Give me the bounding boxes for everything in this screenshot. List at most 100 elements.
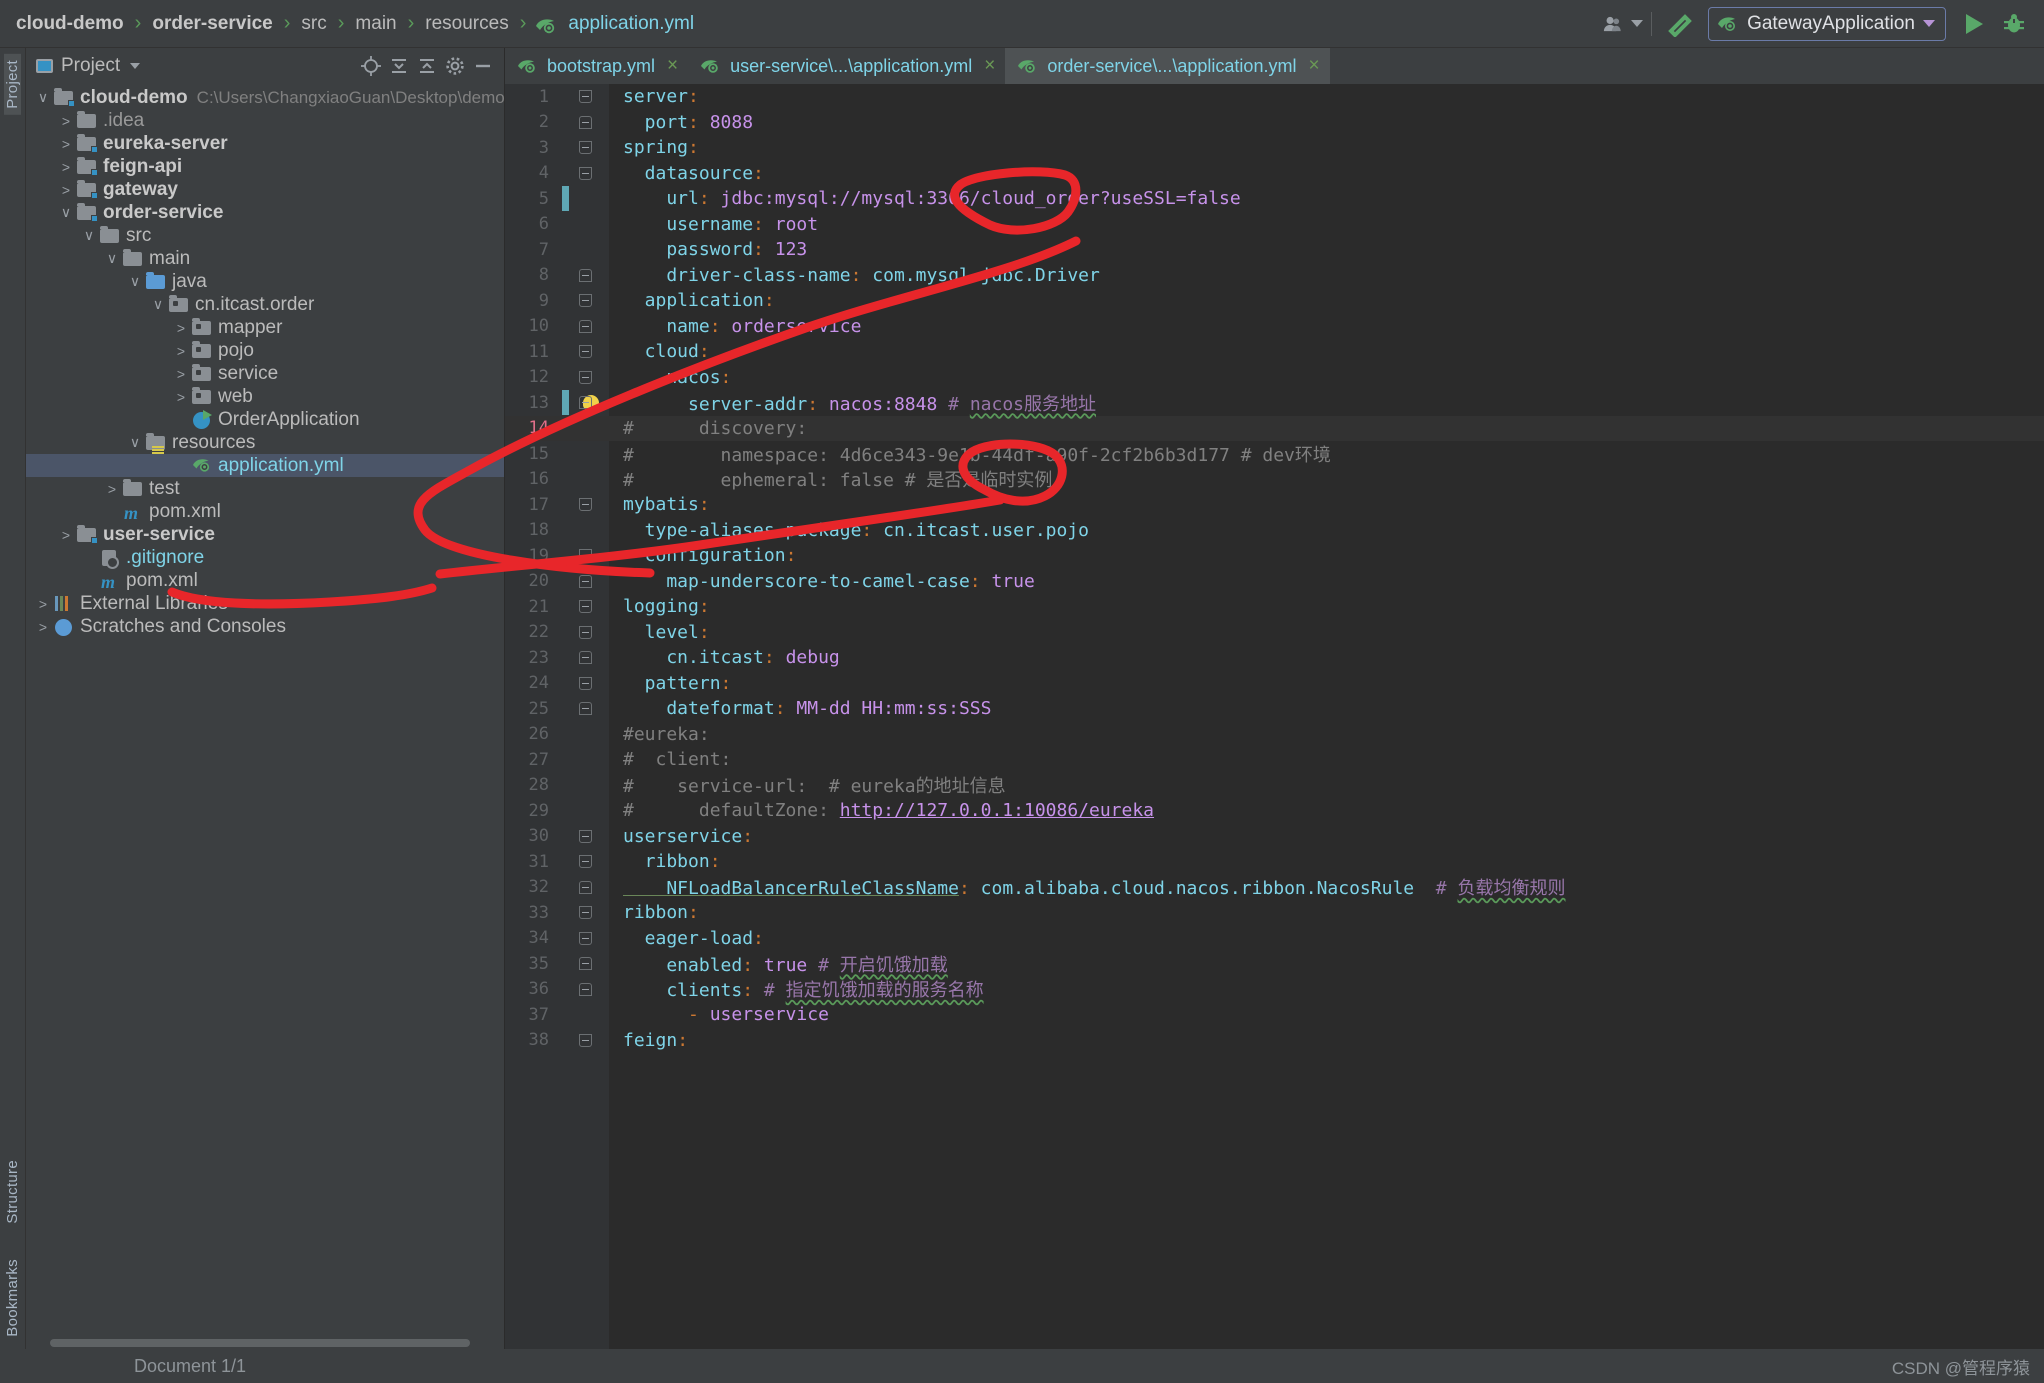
code-line-13[interactable]: 13 server-addr: nacos:8848 # nacos服务地址 bbox=[505, 390, 2044, 416]
fold-collapse-icon[interactable] bbox=[578, 345, 592, 359]
fold-gutter[interactable] bbox=[561, 294, 609, 308]
code-line-28[interactable]: 28 # service-url: # eureka的地址信息 bbox=[505, 773, 2044, 799]
breadcrumb-item-src[interactable]: src bbox=[299, 13, 328, 35]
fold-gutter[interactable] bbox=[561, 676, 609, 690]
scrollbar-thumb[interactable] bbox=[50, 1339, 470, 1347]
expand-icon[interactable] bbox=[414, 53, 440, 79]
editor-tab-bootstrap.yml[interactable]: bootstrap.yml × bbox=[505, 48, 688, 84]
fold-end-icon[interactable] bbox=[578, 115, 592, 129]
fold-collapse-icon[interactable] bbox=[578, 1033, 592, 1047]
fold-end-icon[interactable] bbox=[578, 880, 592, 894]
fold-gutter[interactable] bbox=[561, 880, 609, 894]
code-line-5[interactable]: 5 url: jdbc:mysql://mysql:3306/cloud_ord… bbox=[505, 186, 2044, 212]
chevron-down-icon[interactable]: ∨ bbox=[124, 273, 146, 290]
code-line-10[interactable]: 10 name: orderservice bbox=[505, 314, 2044, 340]
tree-item-gateway[interactable]: > gateway bbox=[26, 178, 504, 201]
tree-item-eureka-server[interactable]: > eureka-server bbox=[26, 132, 504, 155]
tree-item-src[interactable]: ∨ src bbox=[26, 224, 504, 247]
code-line-20[interactable]: 20 map-underscore-to-camel-case: true bbox=[505, 569, 2044, 595]
chevron-down-icon[interactable]: ∨ bbox=[101, 250, 123, 267]
tree-item-application.yml[interactable]: application.yml bbox=[26, 454, 504, 477]
fold-gutter[interactable] bbox=[561, 268, 609, 282]
fold-end-icon[interactable] bbox=[578, 268, 592, 282]
code-line-22[interactable]: 22 level: bbox=[505, 620, 2044, 646]
code-line-14[interactable]: 14 # discovery: bbox=[505, 415, 2044, 441]
build-project-button[interactable] bbox=[1660, 6, 1700, 42]
tree-item-order-service[interactable]: ∨ order-service bbox=[26, 201, 504, 224]
code-line-38[interactable]: 38 feign: bbox=[505, 1028, 2044, 1054]
fold-collapse-icon[interactable] bbox=[578, 855, 592, 869]
code-line-8[interactable]: 8 driver-class-name: com.mysql.jdbc.Driv… bbox=[505, 263, 2044, 289]
tree-item-java[interactable]: ∨ java bbox=[26, 270, 504, 293]
code-line-25[interactable]: 25 dateformat: MM-dd HH:mm:ss:SSS bbox=[505, 696, 2044, 722]
tree-item-cloud-demo[interactable]: ∨ cloud-demo C:\Users\ChangxiaoGuan\Deskto… bbox=[26, 86, 504, 109]
fold-collapse-icon[interactable] bbox=[578, 600, 592, 614]
code-line-12[interactable]: 12 nacos: bbox=[505, 365, 2044, 391]
tree-item-mapper[interactable]: > mapper bbox=[26, 316, 504, 339]
code-line-29[interactable]: 29 # defaultZone: http://127.0.0.1:10086/… bbox=[505, 798, 2044, 824]
editor-tab-order-service-...-application.yml[interactable]: order-service\...\application.yml × bbox=[1005, 48, 1330, 84]
chevron-right-icon[interactable]: > bbox=[55, 136, 77, 152]
tree-item-scratches-and-consoles[interactable]: > Scratches and Consoles bbox=[26, 615, 504, 638]
fold-collapse-icon[interactable] bbox=[578, 549, 592, 563]
chevron-down-icon[interactable]: ∨ bbox=[32, 89, 54, 106]
code-line-4[interactable]: 4 datasource: bbox=[505, 161, 2044, 187]
chevron-right-icon[interactable]: > bbox=[170, 389, 192, 405]
fold-gutter[interactable] bbox=[561, 982, 609, 996]
code-content[interactable]: 1 server: 2 port: 8088 3 spring: 4 datasource… bbox=[505, 84, 2044, 1349]
fold-collapse-icon[interactable] bbox=[578, 294, 592, 308]
fold-gutter[interactable] bbox=[561, 166, 609, 180]
fold-end-icon[interactable] bbox=[578, 651, 592, 665]
code-line-32[interactable]: 32 NFLoadBalancerRuleClassName: com.alib… bbox=[505, 875, 2044, 901]
fold-end-icon[interactable] bbox=[578, 957, 592, 971]
code-line-33[interactable]: 33 ribbon: bbox=[505, 900, 2044, 926]
tree-item-.idea[interactable]: > .idea bbox=[26, 109, 504, 132]
tree-item-orderapplication[interactable]: OrderApplication bbox=[26, 408, 504, 431]
tree-item-pojo[interactable]: > pojo bbox=[26, 339, 504, 362]
fold-gutter[interactable] bbox=[561, 931, 609, 945]
tree-item-pom.xml[interactable]: m pom.xml bbox=[26, 500, 504, 524]
fold-gutter[interactable] bbox=[561, 90, 609, 104]
fold-collapse-icon[interactable] bbox=[578, 141, 592, 155]
code-line-9[interactable]: 9 application: bbox=[505, 288, 2044, 314]
fold-gutter[interactable] bbox=[561, 574, 609, 588]
tool-window-tab-structure[interactable]: Structure bbox=[4, 1154, 21, 1230]
code-line-37[interactable]: 37 - userservice bbox=[505, 1002, 2044, 1028]
fold-gutter[interactable] bbox=[561, 957, 609, 971]
run-button[interactable] bbox=[1954, 6, 1994, 42]
tree-item-.gitignore[interactable]: .gitignore bbox=[26, 546, 504, 569]
code-line-15[interactable]: 15 # namespace: 4d6ce343-9e1b-44df-a90f-2… bbox=[505, 441, 2044, 467]
editor-viewport[interactable]: 1 server: 2 port: 8088 3 spring: 4 datasource… bbox=[505, 84, 2044, 1349]
fold-gutter[interactable] bbox=[561, 600, 609, 614]
fold-end-icon[interactable] bbox=[578, 396, 592, 410]
run-configuration-selector[interactable]: GatewayApplication bbox=[1708, 6, 1946, 41]
fold-end-icon[interactable] bbox=[578, 982, 592, 996]
fold-gutter[interactable] bbox=[561, 625, 609, 639]
tool-window-tab-bookmarks[interactable]: Bookmarks bbox=[4, 1253, 21, 1343]
close-icon[interactable]: × bbox=[1308, 55, 1319, 77]
fold-end-icon[interactable] bbox=[578, 319, 592, 333]
code-line-17[interactable]: 17 mybatis: bbox=[505, 492, 2044, 518]
chevron-down-icon[interactable]: ∨ bbox=[55, 204, 77, 221]
fold-gutter[interactable] bbox=[561, 319, 609, 333]
chevron-down-icon[interactable]: ∨ bbox=[147, 296, 169, 313]
tree-item-cn.itcast.order[interactable]: ∨ cn.itcast.order bbox=[26, 293, 504, 316]
breadcrumb-item-cloud-demo[interactable]: cloud-demo bbox=[14, 13, 126, 35]
fold-gutter[interactable] bbox=[561, 396, 609, 410]
debug-button[interactable] bbox=[1994, 6, 2034, 42]
tree-item-feign-api[interactable]: > feign-api bbox=[26, 155, 504, 178]
close-icon[interactable]: × bbox=[984, 55, 995, 77]
project-tree[interactable]: ∨ cloud-demo C:\Users\ChangxiaoGuan\Deskto… bbox=[26, 84, 504, 1349]
fold-gutter[interactable] bbox=[561, 141, 609, 155]
chevron-right-icon[interactable]: > bbox=[32, 596, 54, 612]
code-line-16[interactable]: 16 # ephemeral: false # 是否是临时实例 bbox=[505, 467, 2044, 493]
tree-item-test[interactable]: > test bbox=[26, 477, 504, 500]
chevron-right-icon[interactable]: > bbox=[32, 619, 54, 635]
fold-collapse-icon[interactable] bbox=[578, 90, 592, 104]
fold-gutter[interactable] bbox=[561, 829, 609, 843]
code-line-18[interactable]: 18 type-aliases-package: cn.itcast.user.… bbox=[505, 518, 2044, 544]
breadcrumb-item-application-yml[interactable]: application.yml bbox=[566, 13, 696, 35]
fold-collapse-icon[interactable] bbox=[578, 931, 592, 945]
fold-gutter[interactable] bbox=[561, 370, 609, 384]
tool-window-tab-project[interactable]: Project bbox=[4, 54, 21, 115]
